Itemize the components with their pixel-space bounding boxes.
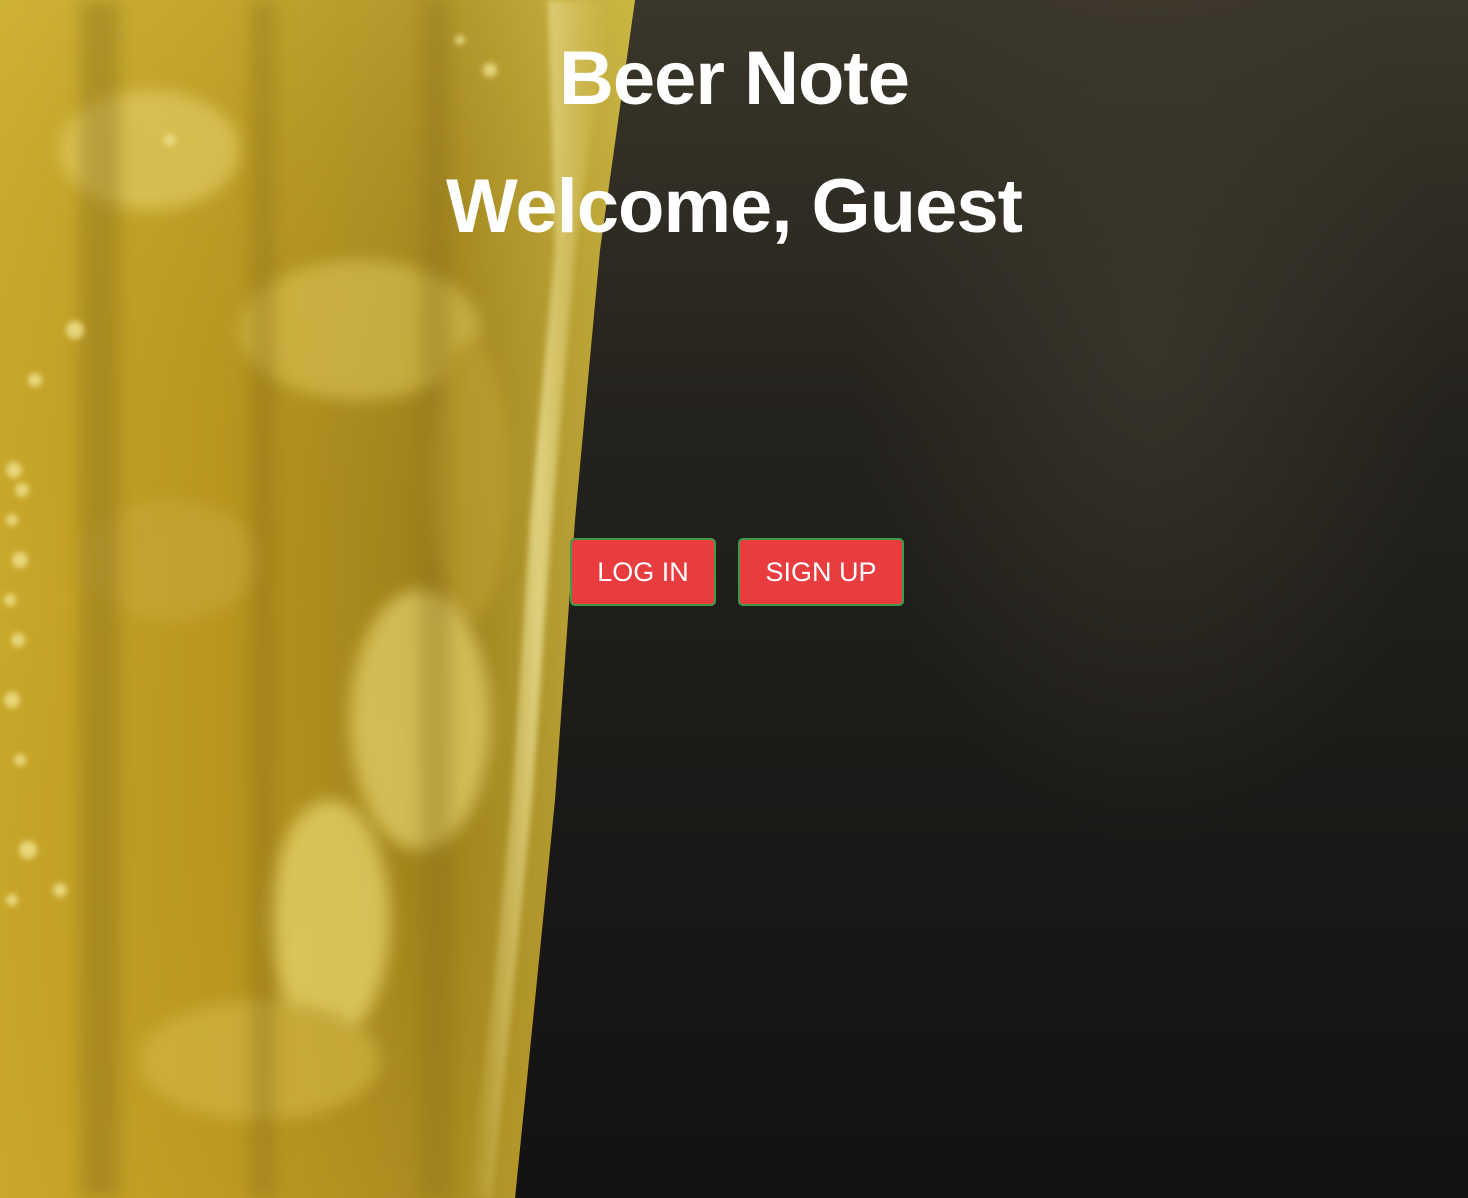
auth-actions: LOG IN SIGN UP <box>0 538 1468 606</box>
hero-content: Beer Note Welcome, Guest LOG IN SIGN UP <box>0 0 1468 1198</box>
login-button[interactable]: LOG IN <box>570 538 716 606</box>
app-title: Beer Note <box>559 36 910 121</box>
welcome-message: Welcome, Guest <box>446 164 1023 249</box>
landing-page: Beer Note Welcome, Guest LOG IN SIGN UP <box>0 0 1468 1198</box>
signup-button[interactable]: SIGN UP <box>738 538 904 606</box>
